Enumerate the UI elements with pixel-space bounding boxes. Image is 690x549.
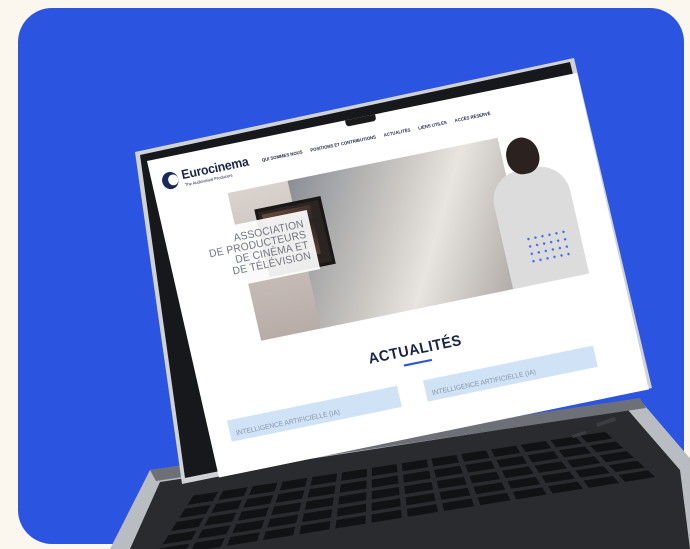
nav-item-actualites[interactable]: ACTUALITÉS	[383, 127, 411, 138]
nav-item-acces-reserve[interactable]: ACCÈS RÉSERVÉ	[454, 111, 491, 124]
nav-item-qui-sommes-nous[interactable]: QUI SOMMES NOUS	[261, 149, 303, 163]
nav-item-positions[interactable]: POSITIONS ET CONTRIBUTIONS	[310, 134, 377, 153]
promo-stage: Eurocinema The Audiovisual Producers QUI…	[0, 0, 690, 549]
news-heading-underline	[403, 358, 433, 367]
nav-item-liens-utiles[interactable]: LIENS UTILES	[418, 120, 448, 131]
eurocinema-logo-icon[interactable]	[160, 170, 181, 191]
